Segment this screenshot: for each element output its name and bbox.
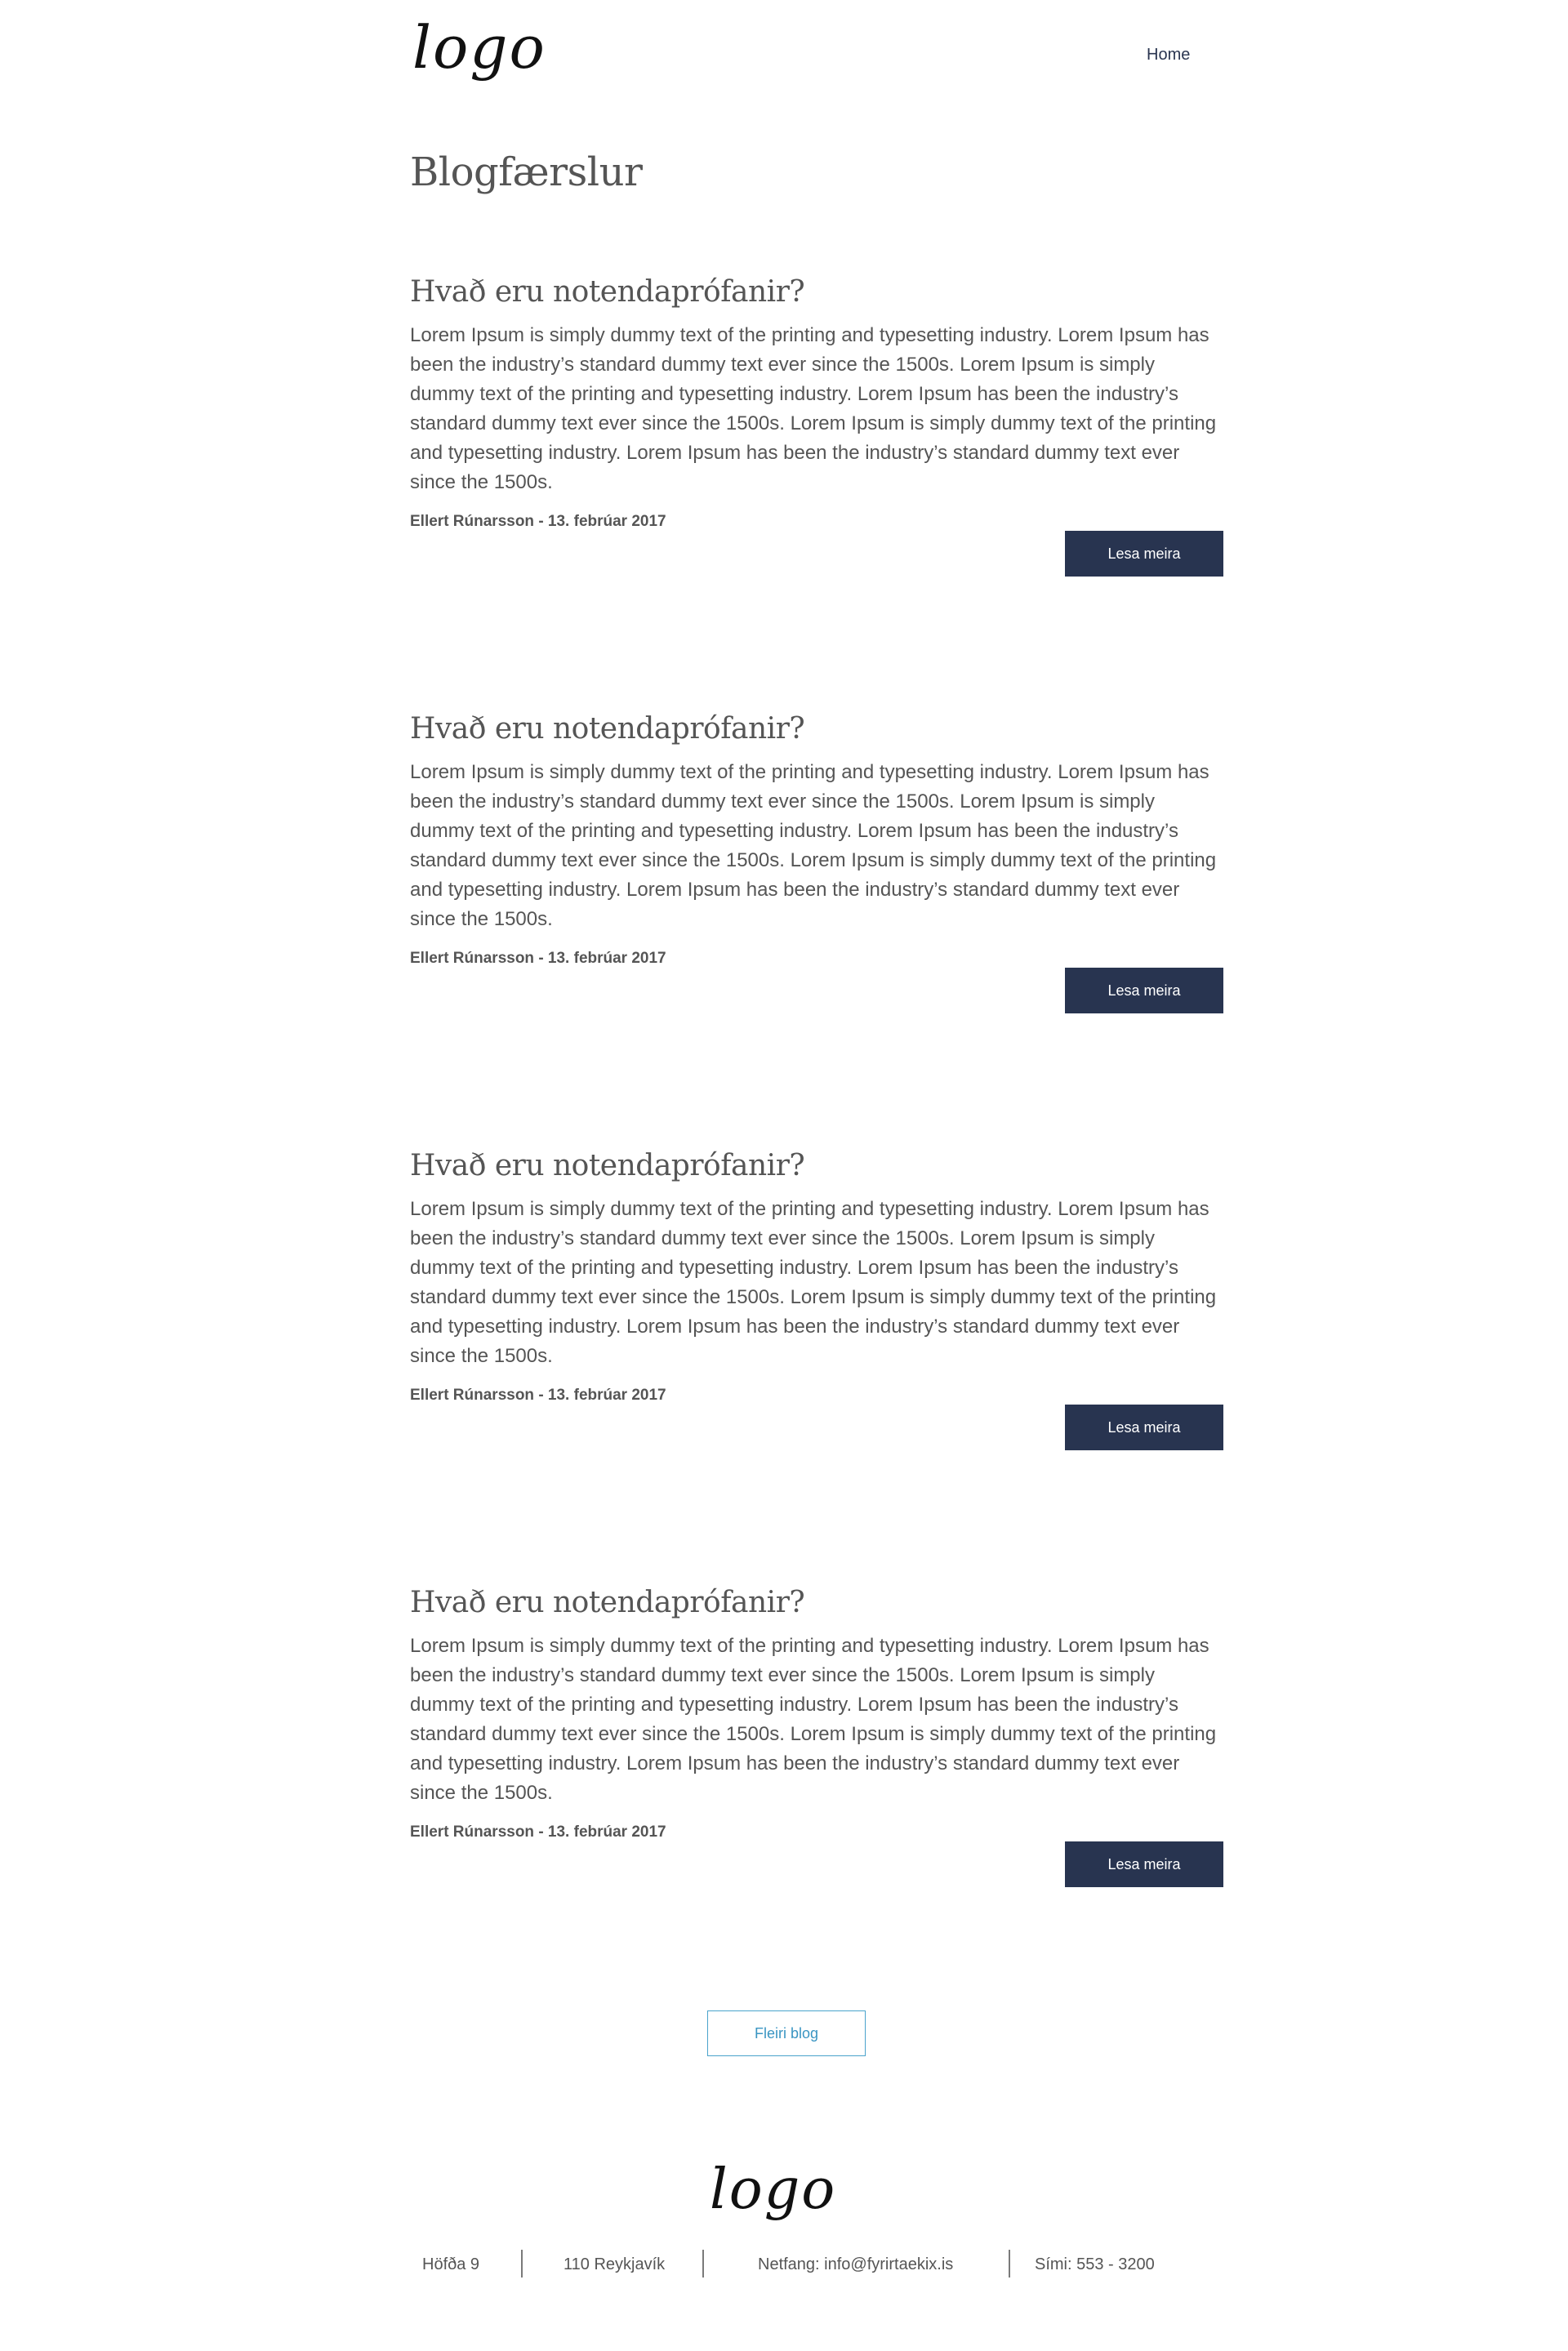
post-meta: Ellert Rúnarsson - 13. febrúar 2017	[410, 950, 666, 967]
post-title[interactable]: Hvað eru notendaprófanir?	[410, 1585, 805, 1620]
blog-post: Hvað eru notendaprófanir? Lorem Ipsum is…	[410, 1148, 1223, 1475]
post-meta: Ellert Rúnarsson - 13. febrúar 2017	[410, 513, 666, 530]
post-title[interactable]: Hvað eru notendaprófanir?	[410, 274, 805, 309]
footer-divider	[702, 2250, 704, 2278]
footer-postcode: 110 Reykjavík	[564, 2255, 666, 2273]
blog-post: Hvað eru notendaprófanir? Lorem Ipsum is…	[410, 1585, 1223, 1912]
post-meta: Ellert Rúnarsson - 13. febrúar 2017	[410, 1387, 666, 1404]
footer-divider	[521, 2250, 523, 2278]
post-excerpt: Lorem Ipsum is simply dummy text of the …	[410, 324, 1217, 493]
footer-phone[interactable]: Sími: 553 - 3200	[1035, 2255, 1155, 2274]
footer-logo[interactable]: logo	[710, 2162, 836, 2218]
more-blogs-button[interactable]: Fleiri blog	[707, 2010, 866, 2056]
post-excerpt: Lorem Ipsum is simply dummy text of the …	[410, 1198, 1217, 1367]
footer-address: Höfða 9	[422, 2255, 480, 2273]
read-more-button[interactable]: Lesa meira	[1065, 1841, 1223, 1887]
post-excerpt: Lorem Ipsum is simply dummy text of the …	[410, 761, 1217, 930]
read-more-button[interactable]: Lesa meira	[1065, 968, 1223, 1013]
page-title: Blogfærslur	[410, 149, 643, 195]
header-logo[interactable]: logo	[412, 18, 546, 77]
post-title[interactable]: Hvað eru notendaprófanir?	[410, 1148, 805, 1183]
read-more-button[interactable]: Lesa meira	[1065, 531, 1223, 577]
blog-post: Hvað eru notendaprófanir? Lorem Ipsum is…	[410, 711, 1223, 1038]
footer-divider	[1009, 2250, 1010, 2278]
nav-home-link[interactable]: Home	[1147, 46, 1190, 65]
post-excerpt: Lorem Ipsum is simply dummy text of the …	[410, 1635, 1217, 1804]
post-meta: Ellert Rúnarsson - 13. febrúar 2017	[410, 1823, 666, 1841]
blog-post: Hvað eru notendaprófanir? Lorem Ipsum is…	[410, 274, 1223, 601]
post-title[interactable]: Hvað eru notendaprófanir?	[410, 711, 805, 746]
read-more-button[interactable]: Lesa meira	[1065, 1405, 1223, 1450]
footer-email[interactable]: Netfang: info@fyrirtaekix.is	[758, 2255, 953, 2274]
